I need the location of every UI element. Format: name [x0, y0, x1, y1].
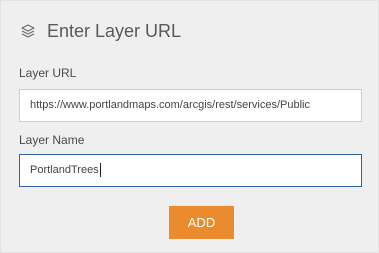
panel-title: Enter Layer URL: [47, 21, 182, 41]
enter-layer-url-panel: Enter Layer URL Layer URL https://www.po…: [0, 0, 379, 253]
layer-url-label: Layer URL: [19, 66, 77, 80]
layer-name-input[interactable]: PortlandTrees: [19, 154, 362, 187]
panel-header: Enter Layer URL: [19, 19, 181, 43]
layer-url-value: https://www.portlandmaps.com/arcgis/rest…: [30, 99, 310, 111]
layer-url-input[interactable]: https://www.portlandmaps.com/arcgis/rest…: [19, 89, 362, 122]
layer-name-label: Layer Name: [19, 133, 85, 147]
layers-icon: [19, 22, 37, 40]
layer-name-value: PortlandTrees: [30, 164, 99, 176]
add-button[interactable]: ADD: [169, 206, 234, 239]
text-cursor: [99, 163, 101, 178]
